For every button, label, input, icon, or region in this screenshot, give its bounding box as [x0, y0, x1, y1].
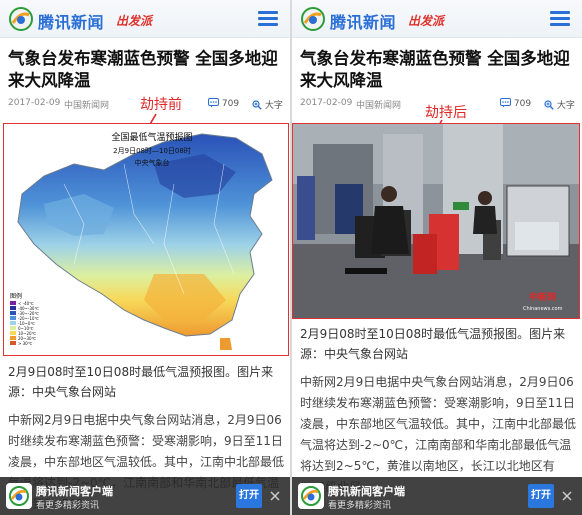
tencent-news-app-icon — [6, 483, 32, 509]
article-title: 气象台发布寒潮蓝色预警 全国多地迎来大风降温 — [300, 49, 570, 90]
close-icon[interactable] — [560, 489, 574, 503]
open-app-button[interactable]: 打开 — [236, 484, 262, 508]
comment-count-button[interactable]: 709 — [500, 98, 531, 109]
map-org: 中央气象台 — [135, 158, 170, 167]
before-hijack-label: 劫持前 — [140, 97, 182, 113]
close-icon[interactable] — [268, 489, 282, 503]
logo-text[interactable]: 腾讯新闻 — [38, 9, 104, 33]
font-size-label: 大字 — [556, 101, 575, 111]
banner-subtitle: 看更多精彩资讯 — [328, 501, 392, 511]
font-size-button[interactable]: 大字 — [252, 98, 283, 111]
tencent-news-logo-icon[interactable] — [8, 7, 34, 31]
photo-watermark: 中新网 — [529, 291, 556, 303]
article-source[interactable]: 中国新闻网 — [356, 98, 401, 111]
article-source[interactable]: 中国新闻网 — [64, 98, 109, 111]
logo-sub-badge: 出发派 — [116, 14, 153, 28]
logo-sub-badge: 出发派 — [408, 14, 445, 28]
open-app-button[interactable]: 打开 — [528, 484, 554, 508]
image-caption: 2月9日08时至10日08时最低气温预报图。图片来源：中央气象台网站 — [300, 327, 566, 361]
image-caption: 2月9日08时至10日08时最低气温预报图。图片来源：中央气象台网站 — [8, 365, 274, 399]
map-date: 2月9日08时—10日08时 — [113, 146, 191, 155]
article-date: 2017-02-09 — [8, 98, 61, 108]
right-phone-panel: 腾讯新闻 出发派 气象台发布寒潮蓝色预警 全国多地迎来大风降温 2017-02-… — [292, 0, 582, 515]
banner-title: 腾讯新闻客户端 — [328, 485, 405, 498]
font-size-label: 大字 — [264, 101, 283, 111]
photo-watermark-sub: Chinanews.com — [523, 306, 563, 312]
comment-count: 709 — [221, 99, 240, 109]
article-title: 气象台发布寒潮蓝色预警 全国多地迎来大风降温 — [8, 49, 278, 90]
airport-photo-image[interactable]: 中新网 Chinanews.com — [292, 123, 580, 319]
header-bar: 腾讯新闻 出发派 — [0, 0, 290, 38]
app-download-banner[interactable]: 腾讯新闻客户端 看更多精彩资讯 打开 — [292, 477, 582, 515]
comment-count-button[interactable]: 709 — [208, 98, 239, 109]
tencent-news-logo-icon[interactable] — [300, 7, 326, 31]
header-bar: 腾讯新闻 出发派 — [292, 0, 582, 38]
logo-text[interactable]: 腾讯新闻 — [330, 9, 396, 33]
banner-subtitle: 看更多精彩资讯 — [36, 501, 100, 511]
zoom-icon — [544, 100, 554, 110]
comment-icon — [208, 98, 219, 108]
menu-icon[interactable] — [550, 11, 570, 27]
article-date: 2017-02-09 — [300, 98, 353, 108]
zoom-icon — [252, 100, 262, 110]
left-phone-panel: 腾讯新闻 出发派 气象台发布寒潮蓝色预警 全国多地迎来大风降温 2017-02-… — [0, 0, 290, 515]
china-map-figure: 全国最低气温预报图 2月9日08时—10日08时 中央气象台 图例 < -40℃… — [4, 124, 288, 355]
airport-photo: 中新网 Chinanews.com — [293, 124, 579, 318]
menu-icon[interactable] — [258, 11, 278, 27]
app-download-banner[interactable]: 腾讯新闻客户端 看更多精彩资讯 打开 — [0, 477, 290, 515]
comment-icon — [500, 98, 511, 108]
map-title: 全国最低气温预报图 — [111, 131, 192, 143]
map-legend-title: 图例 — [10, 292, 22, 300]
temperature-map-image[interactable]: 全国最低气温预报图 2月9日08时—10日08时 中央气象台 图例 < -40℃… — [3, 123, 289, 356]
comment-count: 709 — [513, 99, 532, 109]
tencent-news-app-icon — [298, 483, 324, 509]
legend-item: > 30℃ — [18, 341, 33, 346]
banner-title: 腾讯新闻客户端 — [36, 485, 113, 498]
font-size-button[interactable]: 大字 — [544, 98, 575, 111]
